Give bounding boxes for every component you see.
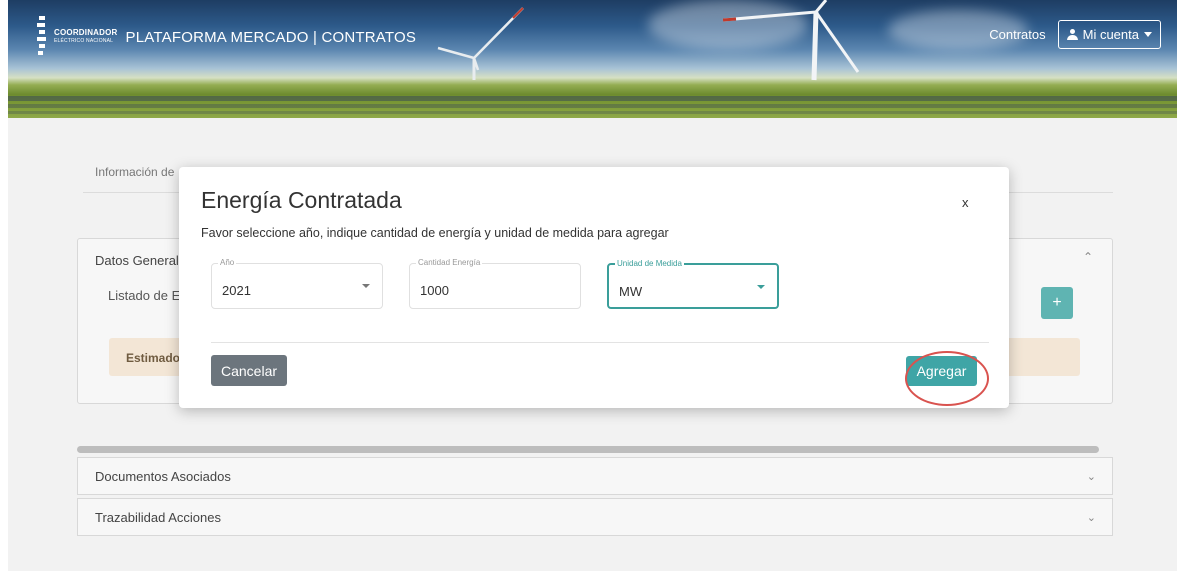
app-title: PLATAFORMA MERCADO | CONTRATOS [125, 28, 417, 46]
accordion-trazabilidad-acciones[interactable]: Trazabilidad Acciones ⌄ [77, 498, 1113, 536]
coordinador-logo-icon [36, 14, 48, 60]
brand-name: COORDINADOR ELÉCTRICO NACIONAL [54, 28, 118, 44]
accordion-label: Documentos Asociados [95, 469, 231, 484]
account-label: Mi cuenta [1082, 27, 1139, 42]
brand-subtitle: ELÉCTRICO NACIONAL [54, 38, 114, 44]
datos-generales-title[interactable]: Datos General [95, 253, 179, 268]
user-icon [1066, 29, 1078, 40]
modal-description: Favor seleccione año, indique cantidad d… [201, 226, 669, 240]
unit-label: Unidad de Medida [615, 259, 684, 268]
caret-down-icon [1144, 32, 1152, 37]
listado-subtitle: Listado de E [108, 288, 181, 303]
year-select[interactable]: Año 2021 [211, 258, 383, 309]
year-label: Año [218, 258, 237, 267]
dropdown-arrow-icon [757, 285, 765, 289]
chevron-up-icon[interactable]: ⌃ [1083, 250, 1093, 264]
horizontal-scrollbar[interactable] [77, 446, 1099, 453]
account-menu-button[interactable]: Mi cuenta [1057, 20, 1161, 49]
dropdown-arrow-icon [362, 284, 370, 288]
accordion-label: Trazabilidad Acciones [95, 510, 221, 525]
alert-text: Estimado [126, 351, 181, 365]
quantity-label: Cantidad Energía [416, 258, 483, 267]
add-energy-button[interactable]: + [1041, 287, 1073, 319]
quantity-input[interactable]: Cantidad Energía 1000 [409, 258, 581, 309]
nav-link-contratos[interactable]: Contratos [989, 27, 1045, 42]
header-banner: COORDINADOR ELÉCTRICO NACIONAL PLATAFORM… [8, 0, 1177, 118]
accordion-documentos-asociados[interactable]: Documentos Asociados ⌄ [77, 457, 1113, 495]
cancel-button[interactable]: Cancelar [211, 355, 287, 386]
tab-informacion[interactable]: Información de [95, 165, 174, 179]
energia-contratada-modal: Energía Contratada x Favor seleccione añ… [179, 167, 1009, 408]
modal-title: Energía Contratada [201, 187, 402, 213]
chevron-down-icon: ⌄ [1086, 471, 1096, 483]
year-value: 2021 [222, 283, 251, 298]
highlight-circle-annotation [905, 351, 989, 406]
unit-select[interactable]: Unidad de Medida MW [607, 259, 779, 309]
unit-value: MW [619, 284, 643, 299]
modal-divider [211, 342, 989, 343]
chevron-down-icon: ⌄ [1086, 512, 1096, 524]
top-nav: Contratos Mi cuenta [989, 20, 1161, 49]
close-icon[interactable]: x [962, 195, 969, 210]
brand-logo[interactable]: COORDINADOR ELÉCTRICO NACIONAL PLATAFORM… [36, 14, 416, 60]
quantity-value: 1000 [420, 283, 449, 298]
plus-icon: + [1052, 294, 1062, 311]
